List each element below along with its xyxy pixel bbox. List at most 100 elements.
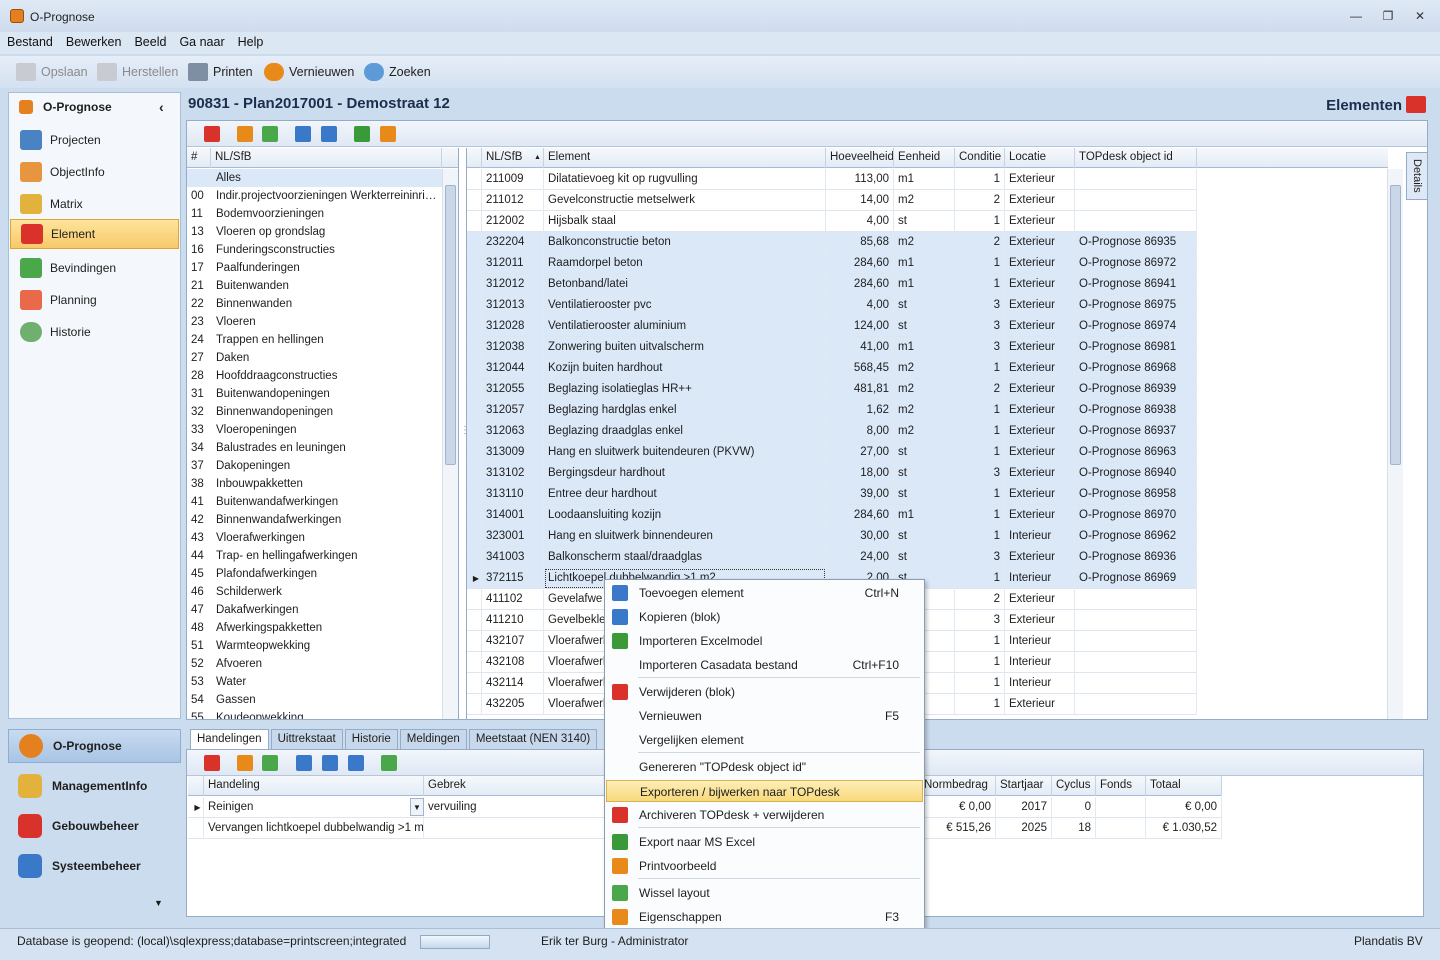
- list-item[interactable]: 23 Vloeren: [187, 313, 443, 331]
- table-row[interactable]: 312011 Raamdorpel beton 284,60 m1 1 Exterieur…: [467, 253, 1197, 274]
- list-item[interactable]: 16 Funderingsconstructies: [187, 241, 443, 259]
- list-item[interactable]: 52 Afvoeren: [187, 655, 443, 673]
- edit-icon[interactable]: [237, 126, 253, 142]
- restore-button[interactable]: Herstellen: [97, 62, 178, 82]
- module-systeembeheer[interactable]: Systeembeheer: [8, 849, 181, 883]
- table-row[interactable]: 313102 Bergingsdeur hardhout 18,00 st 3 Exter…: [467, 463, 1197, 484]
- menu-beeld[interactable]: Beeld: [127, 32, 172, 49]
- close-icon[interactable]: ✕: [1410, 8, 1430, 24]
- table-row[interactable]: 341003 Balkonscherm staal/draadglas 24,00 s…: [467, 547, 1197, 568]
- list-item[interactable]: 28 Hoofddraagconstructies: [187, 367, 443, 385]
- print-icon[interactable]: [380, 126, 396, 142]
- column-header-nlsfb[interactable]: NL/SfB: [211, 148, 442, 168]
- scrollbar-thumb[interactable]: [1390, 185, 1401, 465]
- plus-icon[interactable]: [295, 126, 311, 142]
- list-item[interactable]: 27 Daken: [187, 349, 443, 367]
- module-o-prognose[interactable]: O-Prognose: [8, 729, 181, 763]
- list-item[interactable]: 55 Koudeopwekking: [187, 709, 443, 719]
- context-menu-item[interactable]: Archiveren TOPdesk + verwijderen: [606, 804, 923, 826]
- list-item[interactable]: 44 Trap- en hellingafwerkingen: [187, 547, 443, 565]
- table-row[interactable]: 211009 Dilatatievoeg kit op rugvulling 113…: [467, 169, 1197, 190]
- layout-icon[interactable]: [262, 755, 278, 771]
- table-row[interactable]: 312038 Zonwering buiten uitvalscherm 41,00…: [467, 337, 1197, 358]
- list-item[interactable]: Alles: [187, 169, 443, 187]
- tab-uittrekstaat[interactable]: Uittrekstaat: [270, 729, 343, 749]
- table-row[interactable]: 312057 Beglazing hardglas enkel 1,62 m2 1 Ext…: [467, 400, 1197, 421]
- splitter-handle[interactable]: ⋮: [460, 425, 470, 436]
- list-item[interactable]: 24 Trappen en hellingen: [187, 331, 443, 349]
- list-item[interactable]: 42 Binnenwandafwerkingen: [187, 511, 443, 529]
- module-managementinfo[interactable]: ManagementInfo: [8, 769, 181, 803]
- context-menu-item[interactable]: Vergelijken element: [606, 729, 923, 751]
- b-icon[interactable]: [348, 755, 364, 771]
- search-button[interactable]: Zoeken: [364, 62, 431, 82]
- column-header-cyclus[interactable]: Cyclus: [1052, 776, 1096, 796]
- chevron-down-icon[interactable]: ▼: [154, 898, 163, 908]
- menu-help[interactable]: Help: [231, 32, 270, 49]
- table-row[interactable]: 312044 Kozijn buiten hardhout 568,45 m2 1 Ext…: [467, 358, 1197, 379]
- delete-icon[interactable]: [204, 126, 220, 142]
- print-button[interactable]: Printen: [188, 62, 253, 82]
- edit-icon[interactable]: [237, 755, 253, 771]
- column-header-normbedrag[interactable]: Normbedrag: [920, 776, 996, 796]
- column-header-nr[interactable]: #: [187, 148, 211, 168]
- refresh-button[interactable]: Vernieuwen: [264, 62, 354, 82]
- list-item[interactable]: 21 Buitenwanden: [187, 277, 443, 295]
- list-item[interactable]: 54 Gassen: [187, 691, 443, 709]
- column-header-hoeveelheid[interactable]: Hoeveelheid: [826, 148, 894, 168]
- list-item[interactable]: 32 Binnenwandopeningen: [187, 403, 443, 421]
- c-icon[interactable]: [322, 755, 338, 771]
- delete-icon[interactable]: [204, 755, 220, 771]
- layout-icon[interactable]: [262, 126, 278, 142]
- element-scrollbar[interactable]: [1387, 169, 1403, 719]
- list-item[interactable]: 34 Balustrades en leuningen: [187, 439, 443, 457]
- context-menu-item[interactable]: Printvoorbeeld: [606, 855, 923, 877]
- context-menu-item[interactable]: Importeren Casadata bestand Ctrl+F10: [606, 654, 923, 676]
- column-header-startjaar[interactable]: Startjaar: [996, 776, 1052, 796]
- nav-item-historie[interactable]: Historie: [10, 317, 179, 347]
- context-menu-item[interactable]: Importeren Excelmodel: [606, 630, 923, 652]
- list-item[interactable]: 43 Vloerafwerkingen: [187, 529, 443, 547]
- table-row[interactable]: 212002 Hijsbalk staal 4,00 st 1 Exterieur: [467, 211, 1197, 232]
- scrollbar-thumb[interactable]: [445, 185, 456, 465]
- dropdown-arrow-icon[interactable]: ▼: [410, 798, 424, 816]
- column-header-totaal[interactable]: Totaal: [1146, 776, 1222, 796]
- maximize-icon[interactable]: ❐: [1378, 8, 1398, 24]
- tab-historie[interactable]: Historie: [344, 729, 398, 749]
- list-item[interactable]: 46 Schilderwerk: [187, 583, 443, 601]
- column-header-fonds[interactable]: Fonds: [1096, 776, 1146, 796]
- save-button[interactable]: Opslaan: [16, 62, 88, 82]
- context-menu-item[interactable]: Export naar MS Excel: [606, 831, 923, 853]
- context-menu-item[interactable]: Wissel layout: [606, 882, 923, 904]
- column-header-conditie[interactable]: Conditie: [955, 148, 1005, 168]
- nav-item-element[interactable]: Element: [10, 219, 179, 249]
- table-row[interactable]: 312055 Beglazing isolatieglas HR++ 481,81 m…: [467, 379, 1197, 400]
- list-item[interactable]: 48 Afwerkingspakketten: [187, 619, 443, 637]
- nav-item-planning[interactable]: Planning: [10, 285, 179, 315]
- menu-bestand[interactable]: Bestand: [0, 32, 59, 49]
- list-item[interactable]: 17 Paalfunderingen: [187, 259, 443, 277]
- list-item[interactable]: 38 Inbouwpakketten: [187, 475, 443, 493]
- list-item[interactable]: 22 Binnenwanden: [187, 295, 443, 313]
- tab-meldingen[interactable]: Meldingen: [399, 729, 467, 749]
- list-item[interactable]: 41 Buitenwandafwerkingen: [187, 493, 443, 511]
- minimize-icon[interactable]: —: [1346, 8, 1366, 24]
- menu-bewerken[interactable]: Bewerken: [59, 32, 128, 49]
- table-row[interactable]: 313110 Entree deur hardhout 39,00 st 1 Exteri…: [467, 484, 1197, 505]
- context-menu-item[interactable]: Vernieuwen F5: [606, 705, 923, 727]
- context-menu-item[interactable]: Verwijderen (blok): [606, 681, 923, 703]
- context-menu-item[interactable]: Genereren "TOPdesk object id": [606, 756, 923, 778]
- list-item[interactable]: 37 Dakopeningen: [187, 457, 443, 475]
- collapse-nav-icon[interactable]: ‹: [159, 99, 164, 115]
- list-item[interactable]: 51 Warmteopwekking: [187, 637, 443, 655]
- tab-meetstaat[interactable]: Meetstaat (NEN 3140): [468, 729, 598, 749]
- list-item[interactable]: 11 Bodemvoorzieningen: [187, 205, 443, 223]
- context-menu-item[interactable]: Eigenschappen F3: [606, 906, 923, 928]
- nav-item-projecten[interactable]: Projecten: [10, 125, 179, 155]
- nav-item-objectinfo[interactable]: ObjectInfo: [10, 157, 179, 187]
- list-item[interactable]: 33 Vloeropeningen: [187, 421, 443, 439]
- list-item[interactable]: 00 Indir.projectvoorzieningen Werkterrein…: [187, 187, 443, 205]
- h-icon[interactable]: [296, 755, 312, 771]
- check-icon[interactable]: [381, 755, 397, 771]
- table-row[interactable]: 232204 Balkonconstructie beton 85,68 m2 2 Ext…: [467, 232, 1197, 253]
